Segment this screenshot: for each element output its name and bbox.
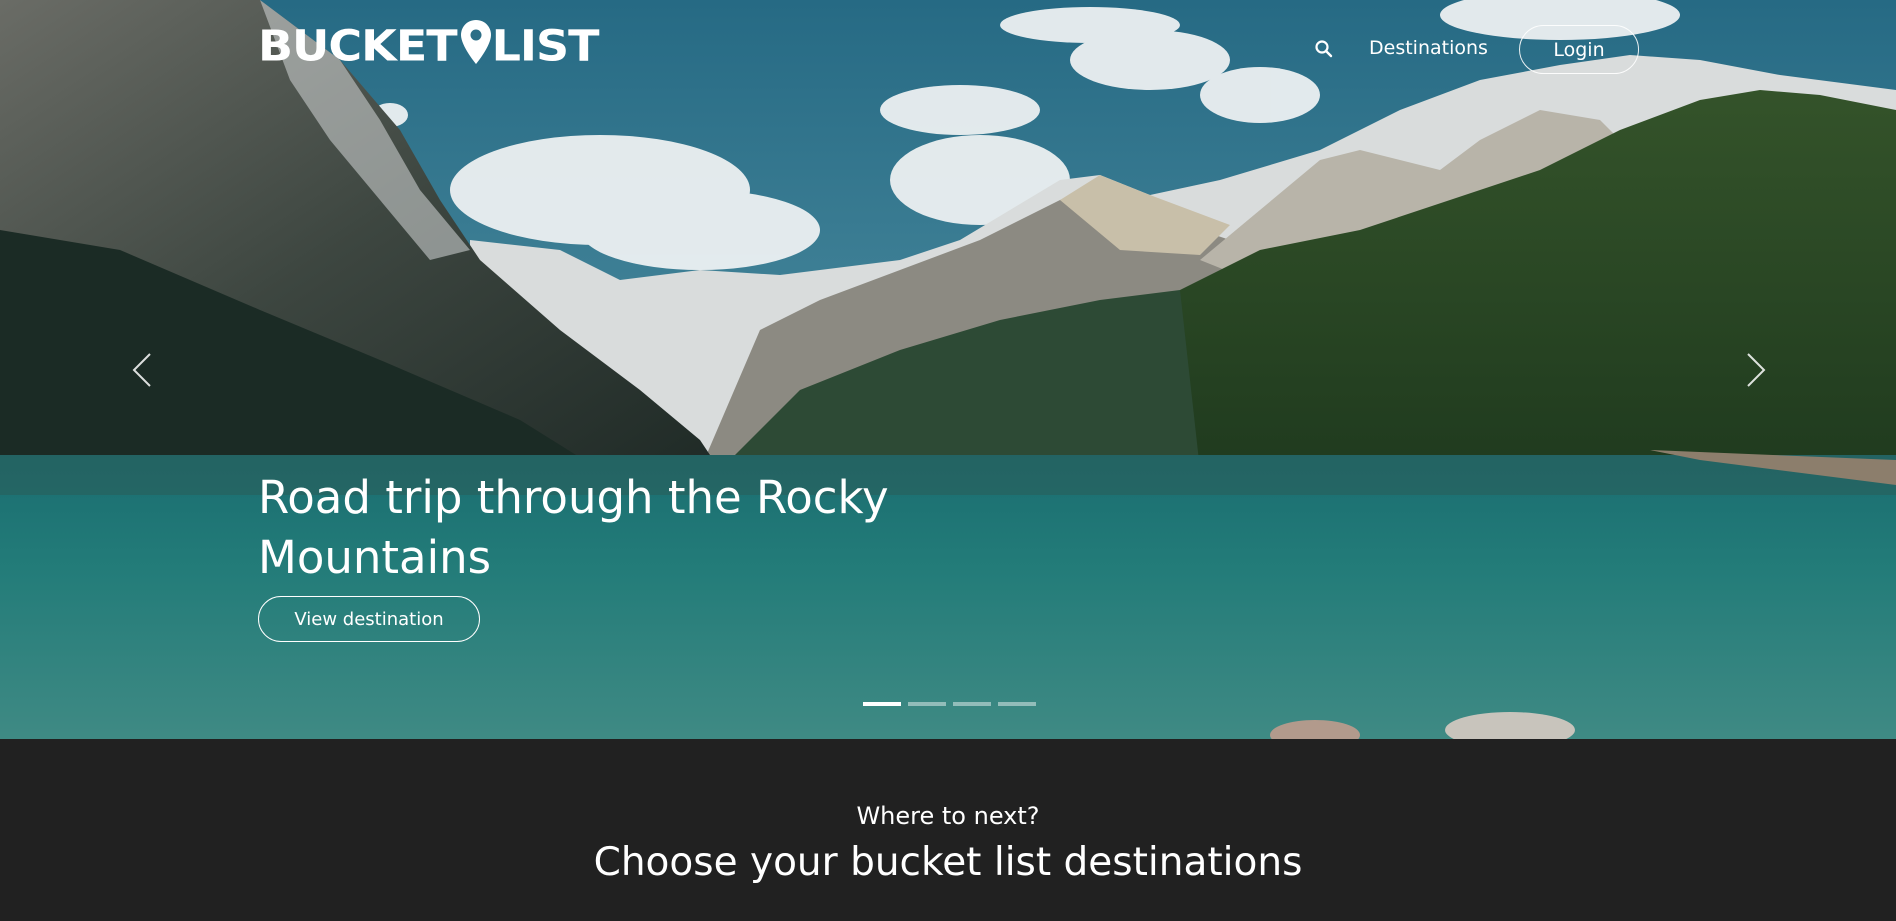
brand-logo-text-2: LIST [491,21,600,71]
carousel-indicator-4[interactable] [998,702,1036,706]
carousel-indicator-1[interactable] [863,702,901,706]
view-destination-button[interactable]: View destination [258,596,480,642]
chevron-left-icon[interactable] [130,350,154,390]
nav-destinations-link[interactable]: Destinations [1369,37,1488,59]
carousel-indicators [863,702,1036,706]
search-icon[interactable] [1314,39,1334,59]
section-title: Choose your bucket list destinations [593,840,1303,885]
hero-carousel: BUCKET LIST Destinations Login Road trip… [0,0,1896,739]
location-pin-icon [460,20,491,64]
chevron-right-icon[interactable] [1744,350,1768,390]
brand-logo[interactable]: BUCKET LIST [258,18,600,74]
slide-title: Road trip through the Rocky Mountains [258,471,889,584]
carousel-indicator-2[interactable] [908,702,946,706]
login-button[interactable]: Login [1519,25,1639,74]
brand-logo-text-1: BUCKET [258,21,458,71]
carousel-indicator-3[interactable] [953,702,991,706]
section-subtitle: Where to next? [856,802,1040,830]
